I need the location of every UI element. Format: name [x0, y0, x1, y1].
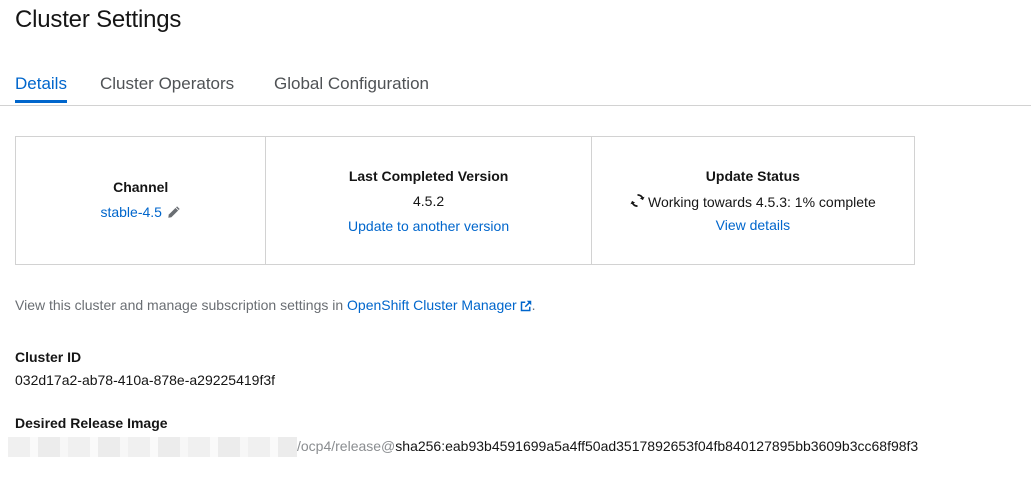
ocm-link[interactable]: OpenShift Cluster Manager [347, 297, 517, 313]
update-status-heading: Update Status [705, 168, 800, 184]
release-image-label: Desired Release Image [15, 415, 168, 431]
cluster-id-value: 032d17a2-ab78-410a-878e-a29225419f3f [15, 372, 276, 388]
release-image-value: /ocp4/release@sha256:eab93b4591699a5a4ff… [297, 438, 918, 454]
channel-link[interactable]: stable-4.5 [100, 204, 161, 220]
update-status-text: Working towards 4.5.3: 1% complete [647, 194, 876, 210]
redacted-registry [8, 437, 297, 457]
ocm-prefix: View this cluster and manage subscriptio… [15, 297, 348, 313]
update-status-cell: Update Status Working towards 4.5.3: 1% … [592, 137, 914, 264]
update-status-line: Working towards 4.5.3: 1% complete [630, 193, 876, 211]
cluster-summary-card: Channel stable-4.5 Last Completed Versio… [15, 136, 915, 265]
tab-details[interactable]: Details [15, 74, 67, 103]
release-digest: sha256:eab93b4591699a5a4ff50ad3517892653… [395, 438, 919, 454]
tab-cluster-operators[interactable]: Cluster Operators [100, 74, 234, 94]
tab-bar: Details Cluster Operators Global Configu… [0, 70, 1031, 106]
tab-global-configuration[interactable]: Global Configuration [274, 74, 429, 94]
last-completed-cell: Last Completed Version 4.5.2 Update to a… [266, 137, 592, 264]
sync-icon [630, 193, 648, 211]
channel-heading: Channel [113, 179, 169, 195]
last-completed-version: 4.5.2 [413, 192, 445, 209]
update-version-link[interactable]: Update to another version [348, 218, 509, 234]
ocm-suffix: . [531, 297, 536, 313]
page-title: Cluster Settings [15, 6, 182, 33]
cluster-id-label: Cluster ID [15, 349, 82, 365]
channel-value-row[interactable]: stable-4.5 [100, 204, 180, 222]
ocm-notice: View this cluster and manage subscriptio… [15, 297, 536, 315]
channel-cell: Channel stable-4.5 [16, 137, 267, 264]
external-link-icon[interactable] [520, 299, 532, 315]
view-details-link[interactable]: View details [716, 217, 790, 233]
last-completed-heading: Last Completed Version [348, 167, 509, 184]
release-path-muted: /ocp4/release@ [297, 438, 396, 454]
pencil-icon[interactable] [167, 205, 181, 222]
